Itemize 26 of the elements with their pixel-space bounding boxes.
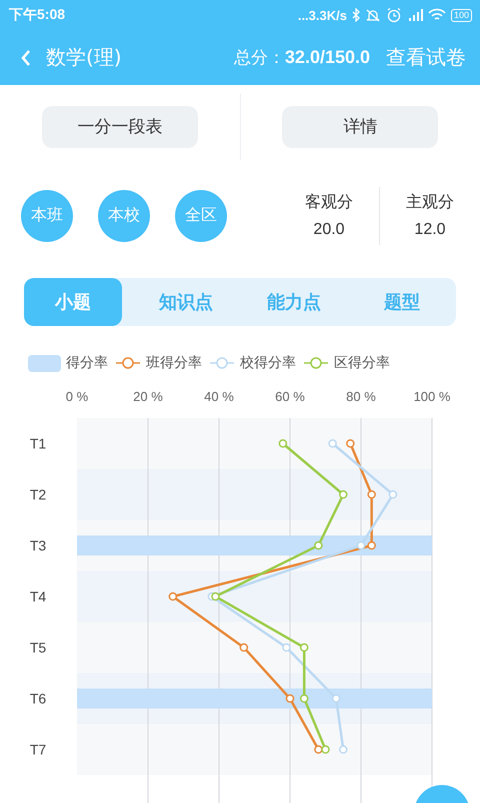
axis-tick-label: 80 % (346, 389, 376, 404)
axis-category-label: T5 (30, 640, 46, 656)
axis-category-label: T6 (30, 690, 46, 706)
axis-tick-label: 100 % (414, 389, 450, 404)
score-label: 客观分 (304, 192, 354, 213)
total-score: 总分：32.0/150.0 (234, 46, 370, 69)
battery-indicator: 100 (450, 8, 472, 22)
score-value: 20.0 (312, 221, 346, 239)
legend-label: 得分率 (66, 354, 108, 372)
legend-label: 区得分率 (334, 354, 390, 372)
legend-label: 校得分率 (240, 354, 296, 372)
axis-category-label: T2 (30, 486, 46, 502)
axis-tick-label: 60 % (275, 389, 305, 404)
axis-tick-label: 0 % (66, 389, 88, 404)
axis-category-label: T7 (30, 742, 46, 758)
legend-label: 班得分率 (146, 354, 202, 372)
page-title: 数学(理) (46, 44, 123, 71)
score-label: 主观分 (405, 192, 455, 213)
axis-tick-label: 40 % (204, 389, 234, 404)
axis-category-label: T3 (30, 538, 46, 554)
network-speed: ...3.3K/s (298, 8, 347, 22)
axis-category-label: T4 (30, 588, 46, 604)
score-value: 12.0 (413, 221, 447, 239)
status-time: 下午5:08 (9, 6, 66, 24)
axis-category-label: T1 (30, 436, 46, 452)
axis-tick-label: 20 % (133, 389, 163, 404)
